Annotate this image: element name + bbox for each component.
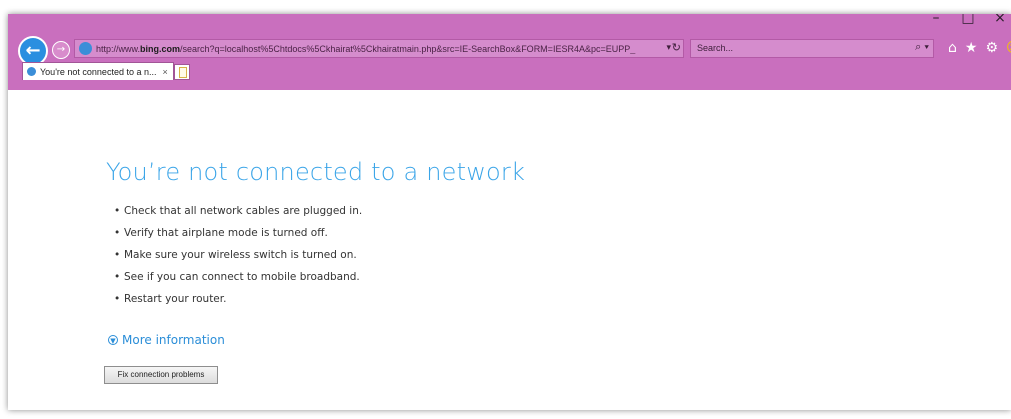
minimize-icon[interactable]: –	[929, 14, 943, 26]
tab-title: You're not connected to a n...	[40, 66, 157, 77]
search-placeholder: Search...	[697, 43, 734, 53]
tab-active[interactable]: You're not connected to a n... ×	[22, 62, 174, 80]
window-controls: – □ ×	[929, 14, 1007, 26]
settings-gear-icon[interactable]: ⚙	[985, 40, 998, 56]
browser-chrome: – □ × ← → http://www.bing.com/search?q=l…	[8, 14, 1011, 90]
tab-close-icon[interactable]: ×	[162, 67, 167, 77]
maximize-icon[interactable]: □	[961, 14, 975, 26]
tab-globe-icon	[27, 67, 36, 76]
chevron-down-circle-icon[interactable]: ▼	[108, 335, 118, 345]
chevron-down-icon[interactable]: ▾	[666, 43, 671, 53]
forward-arrow-icon[interactable]: →	[52, 41, 70, 59]
search-dropdown-icon[interactable]: ▾	[924, 41, 929, 53]
more-information-link[interactable]: ▼ More information	[108, 333, 225, 347]
site-globe-icon	[79, 42, 92, 55]
browser-window: – □ × ← → http://www.bing.com/search?q=l…	[8, 14, 1011, 410]
address-bar[interactable]: http://www.bing.com/search?q=localhost%5…	[74, 39, 684, 58]
browser-toolbar: ⌂ ★ ⚙ ☺	[948, 40, 1011, 56]
home-icon[interactable]: ⌂	[948, 40, 957, 56]
url-text[interactable]: http://www.bing.com/search?q=localhost%5…	[96, 44, 656, 54]
page-title: You’re not connected to a network	[106, 158, 526, 186]
page-content: You’re not connected to a network Check …	[8, 90, 1011, 410]
favorites-star-icon[interactable]: ★	[965, 40, 978, 56]
new-tab-button[interactable]	[174, 64, 190, 80]
list-item: Check that all network cables are plugge…	[106, 200, 362, 222]
refresh-icon[interactable]: ↻	[672, 41, 681, 54]
feedback-smiley-icon[interactable]: ☺	[1006, 40, 1011, 56]
list-item: Restart your router.	[106, 288, 362, 310]
list-item: Make sure your wireless switch is turned…	[106, 244, 362, 266]
list-item: See if you can connect to mobile broadba…	[106, 266, 362, 288]
list-item: Verify that airplane mode is turned off.	[106, 222, 362, 244]
fix-connection-problems-button[interactable]: Fix connection problems	[104, 366, 218, 384]
troubleshooting-list: Check that all network cables are plugge…	[106, 200, 362, 310]
search-icon[interactable]: ⌕ ▾	[915, 41, 929, 54]
more-information-label[interactable]: More information	[122, 333, 225, 347]
search-input[interactable]: Search... ⌕ ▾	[690, 39, 934, 58]
close-window-icon[interactable]: ×	[993, 14, 1007, 26]
